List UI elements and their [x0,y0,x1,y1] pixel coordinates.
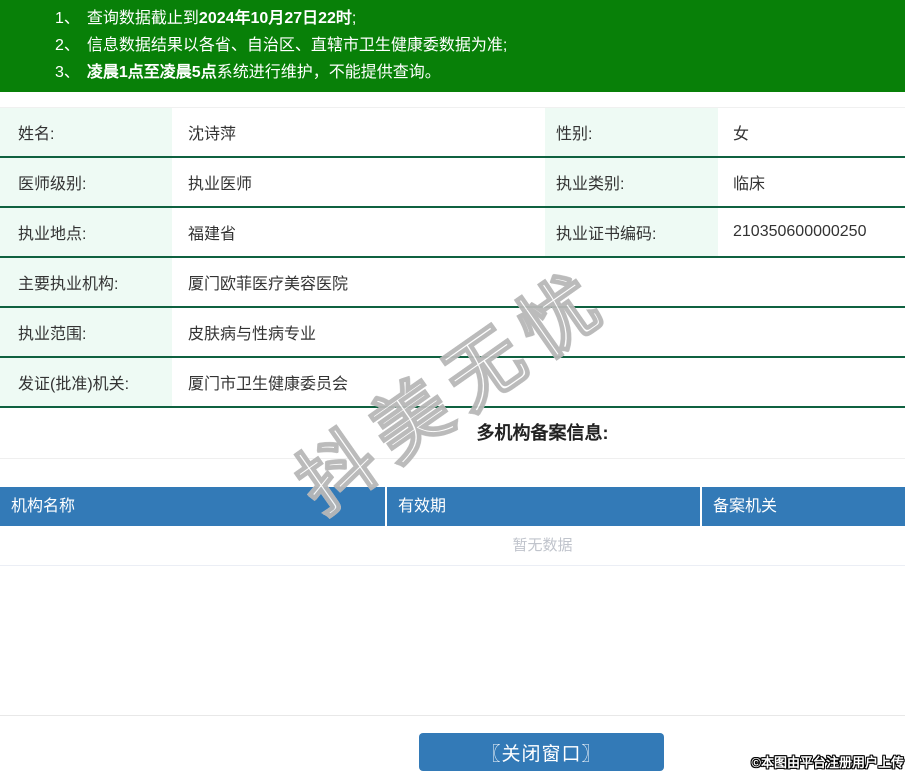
notice-number: 1、 [55,10,80,27]
field-value-practice-scope: 皮肤病与性病专业 [188,326,317,343]
field-label-issuing-authority: 发证(批准)机关: [0,358,172,406]
field-label-name: 姓名: [0,108,172,156]
field-label-practice-location: 执业地点: [0,208,172,256]
notice-text: 查询数据截止到 [86,10,199,27]
empty-data-placeholder: 暂无数据 [0,526,905,566]
field-label-main-institution: 主要执业机构: [0,258,172,306]
field-label-doctor-level: 医师级别: [0,158,172,206]
column-header-validity-period: 有效期 [385,487,700,526]
column-header-institution-name: 机构名称 [11,498,76,515]
notice-banner: 1、 查询数据截止到2024年10月27日22时; 2、 信息数据结果以各省、自治区… [0,0,905,92]
notice-text: 信息数据结果以各省、自治区、直辖市卫生健康委数据为准; [86,37,508,54]
field-value-practice-location: 福建省 [188,226,237,243]
notice-text: 系统进行维护，不能提供查询。 [216,64,441,81]
field-value-issuing-authority: 厦门市卫生健康委员会 [188,376,349,393]
notice-text: ; [351,10,357,27]
notice-line-3: 3、 凌晨1点至凌晨5点系统进行维护，不能提供查询。 [0,59,905,86]
field-label-practice-category: 执业类别: [545,158,718,206]
multi-org-table-header: 机构名称 有效期 备案机关 [0,487,905,526]
table-row: 发证(批准)机关: 厦门市卫生健康委员会 [0,358,905,408]
notice-line-1: 1、 查询数据截止到2024年10月27日22时; [0,5,905,32]
multi-org-section-title: 多机构备案信息: [0,408,905,459]
field-label-certificate-number: 执业证书编码: [545,208,718,256]
notice-text-bold: 2024年10月27日22时 [198,10,352,27]
field-value-main-institution: 厦门欧菲医疗美容医院 [188,276,349,293]
column-header-filing-authority: 备案机关 [700,487,905,526]
table-row: 姓名: 沈诗萍 性别: 女 [0,108,905,158]
notice-line-2: 2、 信息数据结果以各省、自治区、直辖市卫生健康委数据为准; [0,32,905,59]
table-row: 医师级别: 执业医师 执业类别: 临床 [0,158,905,208]
table-row: 执业地点: 福建省 执业证书编码: 210350600000250 [0,208,905,258]
practitioner-info-table: 姓名: 沈诗萍 性别: 女 医师级别: 执业医师 执业类别: 临床 执业地点: … [0,107,905,408]
notice-text-bold: 凌晨1点至凌晨5点 [86,64,217,81]
field-value-name: 沈诗萍 [188,126,237,143]
close-window-button[interactable]: 〖关闭窗口〗 [419,733,664,771]
field-label-gender: 性别: [545,108,718,156]
table-row: 主要执业机构: 厦门欧菲医疗美容医院 [0,258,905,308]
field-value-doctor-level: 执业医师 [188,176,253,193]
field-value-gender: 女 [733,126,750,143]
copyright-stamp: ©本图由平台注册用户上传 [751,755,904,770]
table-row: 执业范围: 皮肤病与性病专业 [0,308,905,358]
field-value-practice-category: 临床 [733,176,766,193]
field-value-certificate-number: 210350600000250 [733,223,867,240]
notice-number: 3、 [55,64,80,81]
notice-number: 2、 [55,37,80,54]
field-label-practice-scope: 执业范围: [0,308,172,356]
